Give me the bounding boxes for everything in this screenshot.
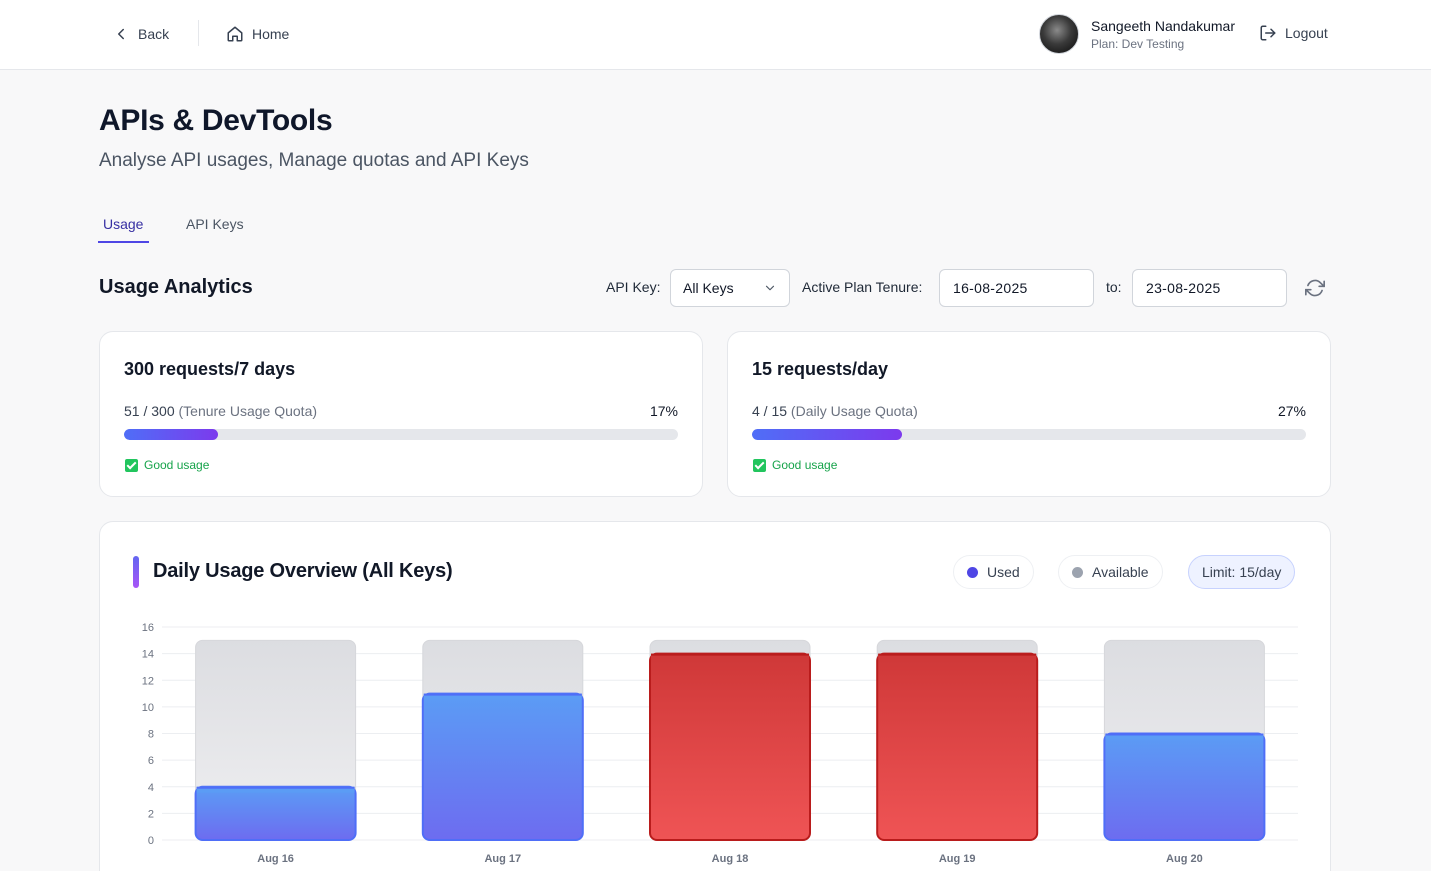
y-tick-label: 6 xyxy=(148,755,154,767)
top-bar: Back Home Sangeeth Nandakumar Plan: Dev … xyxy=(0,0,1431,70)
home-icon xyxy=(227,26,243,42)
active-tab-indicator xyxy=(98,241,149,243)
x-tick-label: Aug 20 xyxy=(1166,853,1203,865)
daily-usage-chart-card: Daily Usage Overview (All Keys) Used Ava… xyxy=(99,521,1331,871)
check-icon xyxy=(125,458,138,472)
y-tick-label: 16 xyxy=(142,622,154,634)
card-usage-detail: 4 / 15 (Daily Usage Quota) xyxy=(752,403,918,419)
card-usage-detail: 51 / 300 (Tenure Usage Quota) xyxy=(124,403,317,419)
to-label: to: xyxy=(1106,279,1122,295)
bar-used xyxy=(421,692,584,841)
y-tick-label: 14 xyxy=(142,649,154,661)
back-label: Back xyxy=(138,26,170,42)
bar-used xyxy=(649,652,811,841)
refresh-icon[interactable] xyxy=(1305,278,1325,298)
api-key-select-value: All Keys xyxy=(683,280,734,296)
y-tick-label: 4 xyxy=(148,782,154,794)
user-plan: Plan: Dev Testing xyxy=(1091,37,1185,51)
usage-status: Good usage xyxy=(753,458,837,472)
y-tick-label: 0 xyxy=(148,835,154,847)
card-quota-label: (Tenure Usage Quota) xyxy=(178,403,318,419)
home-label: Home xyxy=(252,26,290,42)
logout-label: Logout xyxy=(1285,25,1328,41)
page-subtitle: Analyse API usages, Manage quotas and AP… xyxy=(99,150,529,171)
card-quota-label: (Daily Usage Quota) xyxy=(790,403,918,419)
chevron-left-icon xyxy=(118,28,124,40)
api-key-select[interactable]: All Keys xyxy=(670,269,790,307)
back-button[interactable]: Back xyxy=(112,22,169,46)
y-tick-label: 12 xyxy=(142,675,154,687)
progress-track xyxy=(752,429,1306,440)
progress-fill xyxy=(752,429,902,440)
logout-button[interactable]: Logout xyxy=(1259,24,1328,42)
card-used: 4 / 15 xyxy=(752,403,788,419)
user-name: Sangeeth Nandakumar xyxy=(1091,18,1235,34)
api-key-label: API Key: xyxy=(606,279,661,295)
bar-used xyxy=(1103,732,1266,841)
x-tick-label: Aug 18 xyxy=(712,853,749,865)
progress-fill xyxy=(124,429,219,440)
avatar[interactable] xyxy=(1039,14,1079,54)
from-date-input[interactable]: 16-08-2025 xyxy=(939,269,1094,307)
y-tick-label: 10 xyxy=(142,702,154,714)
tenure-quota-card: 300 requests/7 days 51 / 300 (Tenure Usa… xyxy=(99,331,703,497)
bar-used xyxy=(194,785,357,841)
logout-icon xyxy=(1260,25,1276,41)
card-percent: 27% xyxy=(1277,403,1306,419)
card-used: 51 / 300 xyxy=(124,403,175,419)
usage-status: Good usage xyxy=(125,458,209,472)
progress-track xyxy=(124,429,678,440)
daily-quota-card: 15 requests/day 4 / 15 (Daily Usage Quot… xyxy=(727,331,1331,497)
bar-used xyxy=(876,652,1039,841)
home-button[interactable]: Home xyxy=(226,22,289,46)
card-title: 15 requests/day xyxy=(752,359,889,379)
usage-analytics-title: Usage Analytics xyxy=(99,276,253,298)
x-tick-label: Aug 19 xyxy=(939,853,976,865)
usage-status-label: Good usage xyxy=(772,458,838,472)
chevron-down-icon xyxy=(765,285,775,291)
y-tick-label: 2 xyxy=(148,808,154,820)
y-tick-label: 8 xyxy=(148,729,154,741)
card-title: 300 requests/7 days xyxy=(124,359,296,379)
nav-divider xyxy=(198,20,199,46)
tab-api-keys[interactable]: API Keys xyxy=(186,216,244,232)
tab-usage[interactable]: Usage xyxy=(103,216,143,232)
page-title: APIs & DevTools xyxy=(99,104,333,137)
check-icon xyxy=(753,458,766,472)
to-date-input[interactable]: 23-08-2025 xyxy=(1132,269,1287,307)
daily-usage-chart: 0 2 4 6 8 10 12 14 16 Aug 16 Aug 17 Aug 18 Aug 19 Aug… xyxy=(142,622,1298,865)
usage-status-label: Good usage xyxy=(144,458,210,472)
x-tick-label: Aug 16 xyxy=(257,853,294,865)
tenure-label: Active Plan Tenure: xyxy=(802,279,923,295)
card-percent: 17% xyxy=(649,403,678,419)
x-tick-label: Aug 17 xyxy=(484,853,521,865)
